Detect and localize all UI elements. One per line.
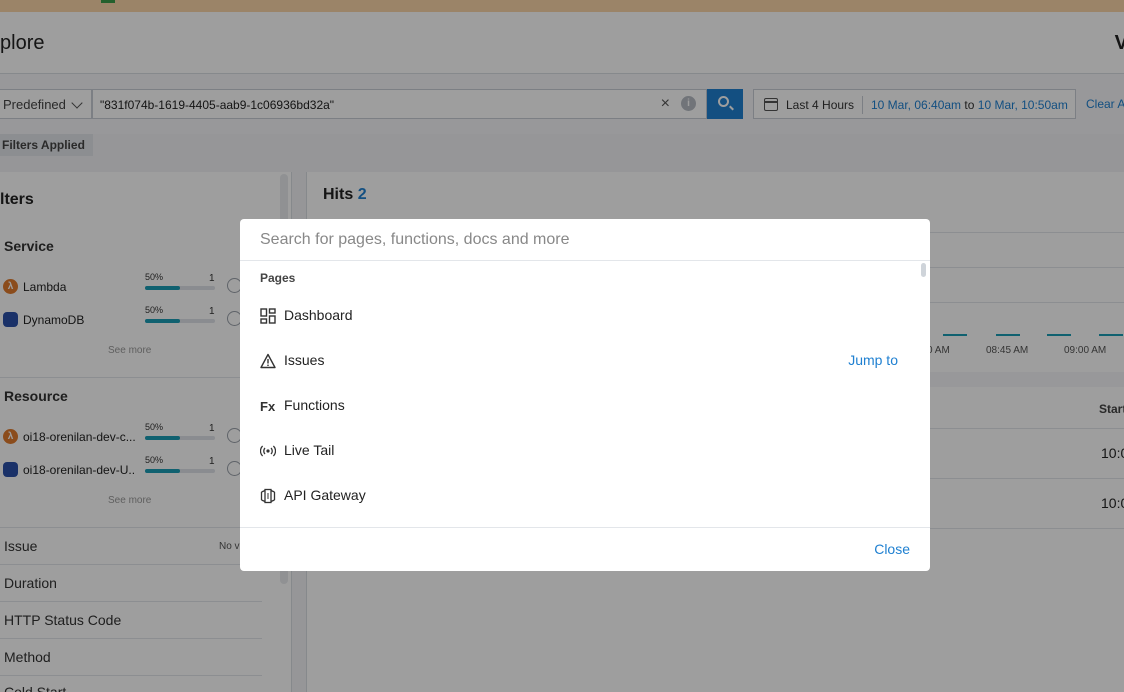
palette-item-label: Live Tail <box>284 442 335 458</box>
svg-text:Fx: Fx <box>260 399 276 414</box>
dashboard-icon <box>260 308 276 324</box>
palette-item-label: API Gateway <box>284 487 366 503</box>
palette-item-live-tail[interactable]: Live Tail <box>240 431 916 471</box>
palette-search-input[interactable] <box>240 219 930 260</box>
jump-to-link[interactable]: Jump to <box>848 352 898 368</box>
palette-item-issues[interactable]: Issues Jump to <box>240 341 916 381</box>
palette-item-label: Functions <box>284 397 345 413</box>
palette-search <box>240 219 930 261</box>
palette-item-api-gateway[interactable]: API Gateway <box>240 476 916 516</box>
palette-results: Pages Dashboard Issues Jump to Fx Functi… <box>240 261 930 527</box>
palette-item-functions[interactable]: Fx Functions <box>240 386 916 426</box>
palette-item-dashboard[interactable]: Dashboard <box>240 296 916 336</box>
section-heading: Pages <box>260 271 296 285</box>
command-palette-modal: Pages Dashboard Issues Jump to Fx <box>240 219 930 571</box>
palette-item-label: Issues <box>284 352 325 368</box>
api-gateway-icon <box>260 488 276 504</box>
palette-footer: Close <box>240 527 930 571</box>
broadcast-icon <box>260 445 276 457</box>
warning-icon <box>260 353 276 369</box>
palette-item-label: Dashboard <box>284 307 353 323</box>
fx-icon: Fx <box>260 399 276 414</box>
palette-scrollbar[interactable] <box>921 263 926 277</box>
close-button[interactable]: Close <box>874 541 910 557</box>
